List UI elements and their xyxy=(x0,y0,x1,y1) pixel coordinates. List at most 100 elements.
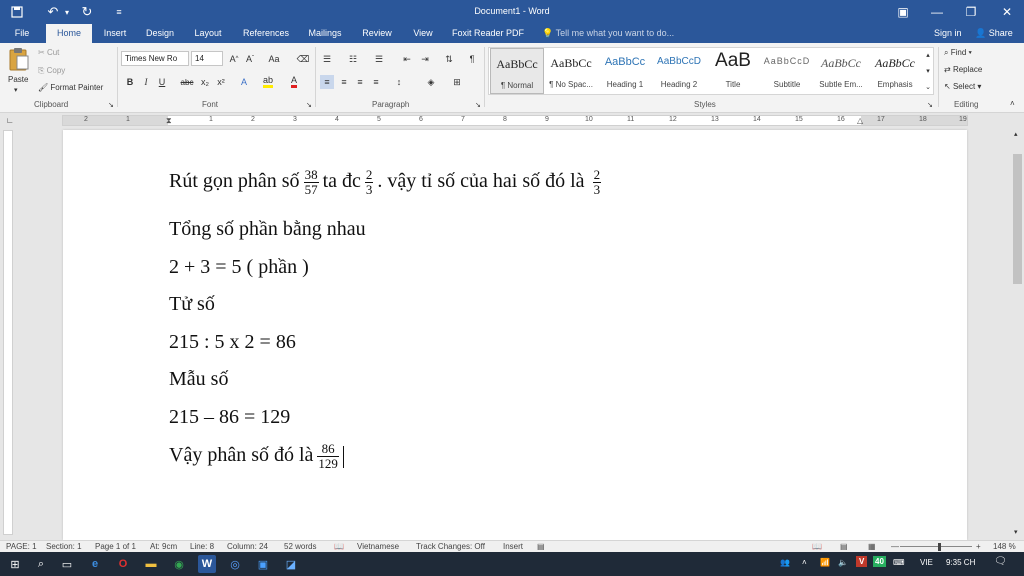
tab-view[interactable]: View xyxy=(406,24,440,43)
text-effects-icon[interactable]: A xyxy=(237,75,251,89)
tab-review[interactable]: Review xyxy=(356,24,398,43)
tell-me-box[interactable]: 💡 Tell me what you want to do... xyxy=(542,24,674,43)
line-spacing-icon[interactable]: ↕ xyxy=(392,75,406,89)
style-emphasis[interactable]: AaBbCc Emphasis xyxy=(868,48,922,94)
font-launcher-icon[interactable]: ↘ xyxy=(306,101,312,109)
styles-more-icon[interactable]: ⌄ xyxy=(921,80,935,94)
status-insert-mode[interactable]: Insert xyxy=(503,542,523,551)
status-page[interactable]: PAGE: 1 xyxy=(6,542,37,551)
style-title[interactable]: AaB Title xyxy=(706,48,760,94)
multilevel-list-icon[interactable]: ☰ xyxy=(372,52,386,66)
search-icon[interactable]: ⌕ xyxy=(32,555,50,573)
keyboard-icon[interactable]: ⌨ xyxy=(893,558,905,567)
bold-button[interactable]: B xyxy=(123,75,137,89)
underline-button[interactable]: U xyxy=(155,75,169,89)
status-line[interactable]: Line: 8 xyxy=(190,542,214,551)
text-line-1[interactable]: Rút gọn phân số 38 57 ta đc 2 3. vậy tỉ số củ… xyxy=(169,168,605,197)
sort-icon[interactable]: ⇅ xyxy=(442,52,456,66)
share-button[interactable]: 👤 Share xyxy=(975,24,1013,43)
align-center-icon[interactable]: ≡ xyxy=(337,75,351,89)
print-layout-icon[interactable]: ▤ xyxy=(840,542,848,551)
unikey-v-badge[interactable]: V xyxy=(856,556,868,567)
style-heading-1[interactable]: AaBbCc Heading 1 xyxy=(598,48,652,94)
styles-scroll-down-icon[interactable]: ▾ xyxy=(921,64,935,78)
file-explorer-icon[interactable]: ▬ xyxy=(142,555,160,573)
text-line-3[interactable]: 2 + 3 = 5 ( phần ) xyxy=(169,256,309,279)
restore-button[interactable]: ❐ xyxy=(954,0,988,24)
grow-font-icon[interactable]: A ^ xyxy=(227,52,241,66)
sign-in-link[interactable]: Sign in xyxy=(934,24,962,43)
tab-foxit-reader-pdf[interactable]: Foxit Reader PDF xyxy=(448,24,528,43)
format-painter-button[interactable]: 🖌 Format Painter xyxy=(38,83,103,92)
macro-record-icon[interactable]: ▤ xyxy=(537,542,545,551)
app-icon[interactable]: ◪ xyxy=(282,555,300,573)
people-icon[interactable]: 👥 xyxy=(780,558,790,567)
status-at[interactable]: At: 9cm xyxy=(150,542,177,551)
text-line-7[interactable]: 215 – 86 = 129 xyxy=(169,406,290,429)
minimize-button[interactable]: — xyxy=(920,0,954,24)
find-button[interactable]: ⌕ Find ▾ xyxy=(944,48,972,58)
style-heading-2[interactable]: AaBbCcD Heading 2 xyxy=(652,48,706,94)
zoom-slider-thumb[interactable] xyxy=(938,543,941,551)
clock[interactable]: 9:35 CH xyxy=(946,558,975,567)
task-view-icon[interactable]: ▭ xyxy=(58,555,76,573)
battery-badge[interactable]: 40 xyxy=(873,556,886,567)
styles-launcher-icon[interactable]: ↘ xyxy=(927,101,933,109)
text-line-8[interactable]: Vậy phân số đó là 86 129 xyxy=(169,442,344,471)
status-column[interactable]: Column: 24 xyxy=(227,542,268,551)
zoom-slider[interactable] xyxy=(900,546,972,547)
vertical-scrollbar[interactable]: ▴ ▾ xyxy=(1011,130,1024,540)
zoom-level[interactable]: 148 % xyxy=(993,542,1016,551)
tab-mailings[interactable]: Mailings xyxy=(302,24,348,43)
status-language[interactable]: Vietnamese xyxy=(357,542,399,551)
close-button[interactable]: ✕ xyxy=(990,0,1024,24)
ribbon-display-options-icon[interactable]: ▣ xyxy=(886,0,920,24)
proofing-icon[interactable]: 📖 xyxy=(334,542,344,551)
style-subtitle[interactable]: AaBbCcD Subtitle xyxy=(760,48,814,94)
status-word-count[interactable]: 52 words xyxy=(284,542,316,551)
word-icon[interactable]: W xyxy=(198,555,216,573)
clear-formatting-icon[interactable]: ⌫ xyxy=(296,52,310,66)
indent-marker-icon[interactable]: ⧗ xyxy=(166,116,172,126)
messenger-icon[interactable]: ◎ xyxy=(226,555,244,573)
clipboard-launcher-icon[interactable]: ↘ xyxy=(108,101,114,109)
vertical-ruler[interactable] xyxy=(3,130,13,535)
right-indent-marker-icon[interactable]: △ xyxy=(857,116,863,125)
style-normal[interactable]: AaBbCc ¶ Normal xyxy=(490,48,544,94)
italic-button[interactable]: I xyxy=(139,75,153,89)
opera-icon[interactable]: O xyxy=(114,555,132,573)
horizontal-ruler[interactable]: 2 1 ⧗ 1 2 3 4 5 6 7 8 9 10 11 12 13 14 1… xyxy=(62,115,968,126)
scrollbar-thumb[interactable] xyxy=(1013,154,1022,284)
tab-references[interactable]: References xyxy=(238,24,294,43)
document-page[interactable]: Rút gọn phân số 38 57 ta đc 2 3. vậy tỉ số củ… xyxy=(63,130,967,540)
zoom-in-button[interactable]: + xyxy=(976,542,981,551)
superscript-button[interactable]: x² xyxy=(214,75,228,89)
increase-indent-icon[interactable]: ⇥ xyxy=(418,52,432,66)
font-name-combo[interactable]: Times New Ro xyxy=(121,51,189,66)
justify-icon[interactable]: ≡ xyxy=(369,75,383,89)
collapse-ribbon-icon[interactable]: ˄ xyxy=(1010,99,1015,108)
cut-button[interactable]: ✂ Cut xyxy=(38,48,59,57)
tab-file[interactable]: File xyxy=(6,24,38,43)
align-right-icon[interactable]: ≡ xyxy=(353,75,367,89)
tab-home[interactable]: Home xyxy=(46,24,92,43)
subscript-button[interactable]: x₂ xyxy=(198,75,212,89)
status-section[interactable]: Section: 1 xyxy=(46,542,82,551)
zoom-out-button[interactable]: — xyxy=(891,542,899,551)
tab-design[interactable]: Design xyxy=(140,24,180,43)
edge-icon[interactable]: e xyxy=(86,555,104,573)
paste-button[interactable]: Paste ▾ xyxy=(6,47,32,95)
web-layout-icon[interactable]: ▦ xyxy=(868,542,876,551)
shading-icon[interactable]: ◈ xyxy=(424,75,438,89)
font-size-combo[interactable]: 14 xyxy=(191,51,223,66)
numbering-icon[interactable]: ☷ xyxy=(346,52,360,66)
change-case-button[interactable]: Aa xyxy=(264,52,284,66)
notifications-icon[interactable]: 🗨 xyxy=(994,556,1007,567)
status-page-of[interactable]: Page 1 of 1 xyxy=(95,542,136,551)
tab-layout[interactable]: Layout xyxy=(188,24,228,43)
tab-insert[interactable]: Insert xyxy=(96,24,134,43)
replace-button[interactable]: ⇄ Replace xyxy=(944,65,982,74)
styles-scroll-up-icon[interactable]: ▴ xyxy=(921,48,935,62)
shrink-font-icon[interactable]: Aˇ xyxy=(243,52,257,66)
style-no-spacing[interactable]: AaBbCc ¶ No Spac... xyxy=(544,48,598,94)
